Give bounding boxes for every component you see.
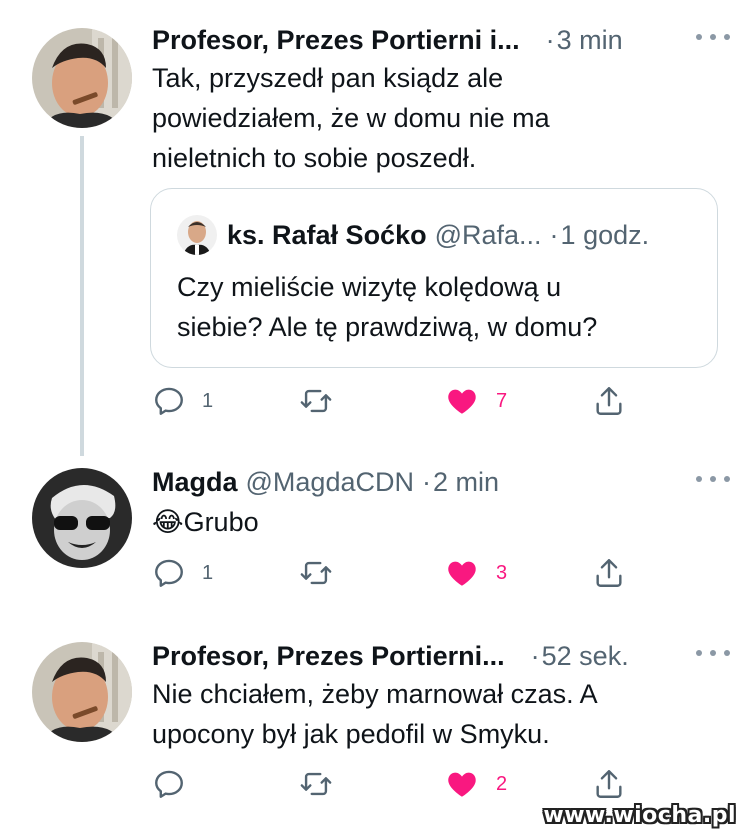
reply-button[interactable]: 1 — [152, 553, 213, 593]
like-button[interactable]: 2 — [444, 764, 507, 804]
reply-count: 1 — [202, 389, 214, 412]
thread-line — [80, 136, 84, 456]
quoted-text-line: siebie? Ale tę prawdziwą, w domu? — [177, 312, 598, 342]
retweet-button[interactable] — [298, 764, 334, 804]
tweet-1[interactable]: Profesor, Prezes Portierni i... · 3 min … — [0, 0, 750, 456]
tweet-text-line: Nie chciałem, żeby marnował czas. A — [152, 679, 598, 709]
heart-icon — [448, 772, 476, 797]
avatar-profesor[interactable] — [32, 28, 132, 128]
heart-icon — [448, 561, 476, 586]
author-name[interactable]: Profesor, Prezes Portierni i... — [152, 25, 520, 56]
reply-icon — [155, 387, 183, 415]
author-name[interactable]: Magda — [152, 467, 238, 498]
tweet-header: Profesor, Prezes Portierni... · 52 sek. — [152, 636, 730, 676]
tweet-text-line: nieletnich to sobie poszedł. — [152, 143, 477, 173]
timestamp[interactable]: 2 min — [433, 467, 499, 498]
like-button[interactable]: 7 — [444, 381, 507, 421]
retweet-icon — [300, 561, 332, 585]
retweet-button[interactable] — [298, 381, 334, 421]
reply-icon — [155, 559, 183, 587]
avatar-profesor[interactable] — [32, 642, 132, 742]
reply-button[interactable] — [152, 764, 202, 804]
watermark: www.wiocha.pl — [543, 803, 736, 828]
like-button[interactable]: 3 — [444, 553, 507, 593]
separator-dot: · — [421, 466, 431, 497]
share-button[interactable] — [592, 764, 626, 804]
like-count: 3 — [496, 561, 508, 584]
timestamp[interactable]: 52 sek. — [542, 641, 629, 672]
quoted-tweet-header: ks. Rafał Soćko @Rafa... · 1 godz. — [177, 215, 687, 255]
share-icon — [596, 387, 622, 415]
tweet-text-content: Grubo — [183, 507, 259, 537]
retweet-icon — [300, 389, 332, 413]
quoted-author-handle[interactable]: @Rafa... — [435, 220, 542, 251]
quoted-tweet-text: Czy mieliście wizytę kolędową u siebie? … — [177, 267, 697, 347]
quoted-text-line: Czy mieliście wizytę kolędową u — [177, 272, 562, 302]
share-icon — [596, 559, 622, 587]
more-icon[interactable] — [696, 640, 730, 666]
separator-dot: · — [530, 640, 540, 671]
tweet-text: 😂Grubo — [152, 502, 710, 543]
share-icon — [596, 770, 622, 798]
like-count: 2 — [496, 772, 508, 795]
quoted-timestamp: 1 godz. — [560, 219, 650, 250]
tweet-text-line: Tak, przyszedł pan ksiądz ale — [152, 63, 504, 93]
reply-count: 1 — [202, 561, 214, 584]
avatar-magda[interactable] — [32, 468, 132, 568]
tweet-3[interactable]: Profesor, Prezes Portierni... · 52 sek. … — [0, 620, 750, 834]
more-icon[interactable] — [696, 24, 730, 50]
share-button[interactable] — [592, 381, 626, 421]
tweet-text: Tak, przyszedł pan ksiądz ale powiedział… — [152, 58, 710, 178]
avatar-quoted-author — [177, 215, 217, 255]
separator-dot: · — [549, 219, 559, 250]
like-count: 7 — [496, 389, 508, 412]
heart-icon — [448, 389, 476, 414]
tweet-actions: 1 3 — [152, 553, 642, 593]
quoted-author-name[interactable]: ks. Rafał Soćko — [227, 220, 427, 251]
tweet-text-line: upocony był jak pedofil w Smyku. — [152, 719, 550, 749]
retweet-button[interactable] — [298, 553, 334, 593]
retweet-icon — [300, 772, 332, 796]
reply-button[interactable]: 1 — [152, 381, 213, 421]
author-handle[interactable]: @MagdaCDN — [246, 467, 414, 498]
tweet-2[interactable]: Magda @MagdaCDN · 2 min 😂Grubo 1 3 — [0, 440, 750, 620]
timestamp[interactable]: 3 min — [557, 25, 623, 56]
author-name[interactable]: Profesor, Prezes Portierni... — [152, 641, 505, 672]
tweet-actions: 2 — [152, 764, 642, 804]
tweet-actions: 1 7 — [152, 381, 642, 421]
tweet-header: Magda @MagdaCDN · 2 min — [152, 462, 730, 502]
tweet-text-line: powiedziałem, że w domu nie ma — [152, 103, 550, 133]
tweet-header: Profesor, Prezes Portierni i... · 3 min — [152, 20, 730, 60]
share-button[interactable] — [592, 553, 626, 593]
reply-icon — [155, 770, 183, 798]
quoted-tweet[interactable]: ks. Rafał Soćko @Rafa... · 1 godz. Czy m… — [150, 188, 718, 368]
more-icon[interactable] — [696, 466, 730, 492]
laughing-emoji: 😂 — [152, 507, 184, 538]
separator-dot: · — [545, 24, 555, 55]
tweet-text: Nie chciałem, żeby marnował czas. A upoc… — [152, 674, 710, 754]
